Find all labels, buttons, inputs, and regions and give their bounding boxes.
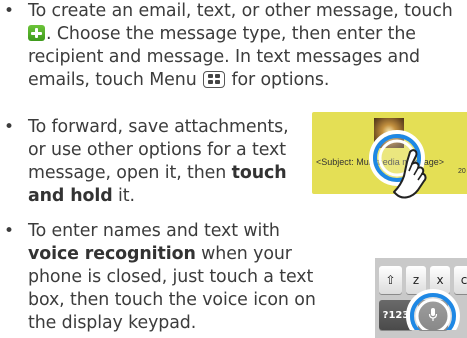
touch-overlay (369, 130, 460, 330)
touch-highlight-ring (406, 289, 460, 330)
